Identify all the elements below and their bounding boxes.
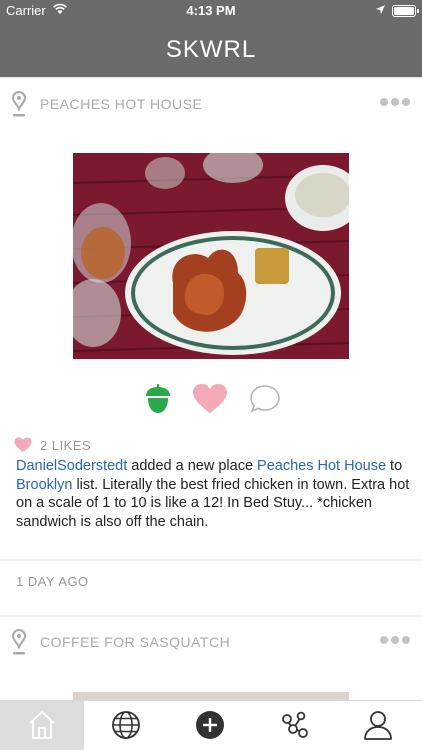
post-place-name[interactable]: COFFEE FOR SASQUATCH — [40, 634, 230, 650]
location-arrow-icon — [376, 5, 385, 14]
globe-icon — [112, 711, 140, 739]
add-icon — [196, 711, 224, 739]
location-pin-icon — [12, 91, 26, 117]
likes-heart-icon — [14, 437, 32, 452]
tab-bar — [0, 700, 422, 750]
tab-add[interactable] — [168, 701, 252, 750]
app-title: SKWRL — [165, 36, 257, 63]
post-timestamp: 1 DAY AGO — [16, 574, 89, 589]
tab-explore[interactable] — [84, 701, 168, 750]
post-timestamp-section: 1 DAY AGO — [0, 561, 422, 615]
desc-text: to — [386, 458, 403, 474]
tab-profile[interactable] — [336, 701, 420, 750]
more-options-button[interactable] — [380, 636, 410, 644]
likes-count: 2 LIKES — [40, 438, 92, 453]
post-place-name[interactable]: PEACHES HOT HOUSE — [40, 96, 202, 112]
home-icon — [29, 711, 55, 739]
post-description: DanielSoderstedt added a new place Peach… — [16, 457, 411, 531]
post-header: PEACHES HOT HOUSE — [0, 79, 422, 129]
desc-text: list. Literally the best fried chicken i… — [16, 476, 410, 530]
post-header: COFFEE FOR SASQUATCH — [0, 617, 422, 667]
post-card: COFFEE FOR SASQUATCH — [0, 617, 422, 700]
network-icon — [282, 711, 308, 738]
battery-icon — [392, 5, 419, 17]
tab-network[interactable] — [252, 701, 336, 750]
more-options-button[interactable] — [380, 98, 410, 106]
place-link[interactable]: Peaches Hot House — [257, 458, 386, 474]
post-photo[interactable] — [73, 692, 349, 700]
like-heart-icon[interactable] — [192, 383, 228, 415]
post-actions — [0, 379, 422, 419]
list-link[interactable]: Brooklyn — [16, 477, 72, 493]
status-bar: Carrier 4:13 PM — [0, 0, 422, 22]
post-card: PEACHES HOT HOUSE 2 LIKES DanielSoderste… — [0, 79, 422, 559]
feed[interactable]: PEACHES HOT HOUSE 2 LIKES DanielSoderste… — [0, 77, 422, 700]
tab-home[interactable] — [0, 701, 84, 750]
desc-text: added a new place — [127, 458, 258, 474]
acorn-icon[interactable] — [144, 383, 172, 415]
location-pin-icon — [12, 629, 26, 655]
clock: 4:13 PM — [186, 3, 236, 18]
profile-icon — [364, 711, 392, 740]
user-link[interactable]: DanielSoderstedt — [16, 458, 127, 474]
nav-bar: SKWRL — [0, 22, 422, 77]
post-photo[interactable] — [73, 153, 349, 359]
comment-icon[interactable] — [249, 383, 281, 415]
